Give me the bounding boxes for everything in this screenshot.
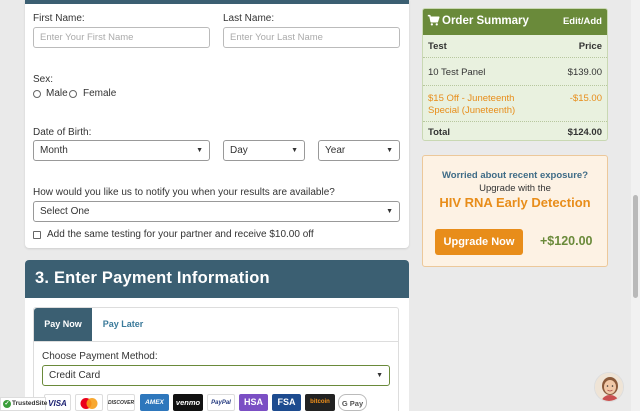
- sex-female-label: Female: [83, 88, 117, 99]
- chevron-down-icon: ▼: [376, 372, 383, 379]
- hsa-logo-icon: HSA: [239, 394, 268, 411]
- tab-pay-now[interactable]: Pay Now: [34, 308, 92, 341]
- item-name: 10 Test Panel: [428, 67, 486, 78]
- dob-day-select[interactable]: Day ▼: [223, 140, 305, 161]
- notify-label: How would you like us to notify you when…: [33, 187, 335, 198]
- dob-month-select[interactable]: Month ▼: [33, 140, 210, 161]
- discover-logo-icon: DISCOVER: [107, 394, 135, 411]
- discount-price: -$15.00: [569, 93, 602, 104]
- partner-label: Add the same testing for your partner an…: [47, 229, 314, 240]
- visa-logo-icon: VISA: [44, 394, 71, 411]
- order-summary: Order Summary Edit/Add Test Price 10 Tes…: [422, 8, 608, 141]
- upgrade-price: +$120.00: [540, 234, 593, 248]
- first-name-input[interactable]: [33, 27, 210, 48]
- item-price: $139.00: [567, 67, 602, 78]
- upgrade-now-button[interactable]: Upgrade Now: [435, 229, 523, 255]
- last-name-label: Last Name:: [223, 13, 275, 24]
- notify-value: Select One: [40, 206, 90, 217]
- check-icon: ✓: [3, 400, 11, 408]
- sex-female-radio[interactable]: [69, 90, 77, 98]
- partner-checkbox[interactable]: [33, 231, 41, 239]
- payment-method-value: Credit Card: [49, 370, 101, 381]
- patient-info-form: First Name: Last Name: Sex: Male Female …: [25, 0, 409, 248]
- summary-divider: [423, 57, 607, 58]
- payment-method-select[interactable]: Credit Card ▼: [42, 365, 390, 386]
- form-top-border: [25, 0, 409, 4]
- sex-male-label: Male: [46, 88, 68, 99]
- summary-divider: [423, 85, 607, 86]
- scrollbar-thumb[interactable]: [633, 195, 638, 298]
- first-name-label: First Name:: [33, 13, 85, 24]
- upgrade-title: HIV RNA Early Detection: [439, 195, 591, 210]
- trustedsite-label: TrustedSite: [12, 400, 48, 407]
- discount-name: $15 Off - Juneteenth Special (Juneteenth…: [428, 93, 516, 116]
- payment-method-label: Choose Payment Method:: [42, 351, 158, 362]
- sex-male-radio[interactable]: [33, 90, 41, 98]
- chevron-down-icon: ▼: [196, 147, 203, 154]
- amex-logo-icon: AMEX: [140, 394, 169, 411]
- upgrade-question: Worried about recent exposure?: [441, 170, 589, 181]
- edit-add-link[interactable]: Edit/Add: [563, 16, 602, 27]
- order-summary-title: Order Summary: [442, 15, 529, 27]
- trustedsite-badge[interactable]: ✓ TrustedSite: [0, 397, 48, 411]
- venmo-logo-icon: venmo: [173, 394, 203, 411]
- last-name-input[interactable]: [223, 27, 400, 48]
- column-test: Test: [428, 41, 447, 52]
- paypal-logo-icon: PayPal: [207, 394, 235, 411]
- total-label: Total: [428, 127, 450, 138]
- column-price: Price: [578, 41, 602, 52]
- payment-header: 3. Enter Payment Information: [25, 260, 409, 298]
- tab-divider: [34, 341, 398, 342]
- chevron-down-icon: ▼: [386, 208, 393, 215]
- chevron-down-icon: ▼: [291, 147, 298, 154]
- avatar-icon: [595, 373, 623, 401]
- mastercard-logo-icon: [75, 394, 103, 411]
- tab-pay-later[interactable]: Pay Later: [92, 308, 154, 341]
- notify-select[interactable]: Select One ▼: [33, 201, 400, 222]
- dob-day-value: Day: [230, 145, 248, 156]
- upgrade-promo: Worried about recent exposure? Upgrade w…: [422, 155, 608, 267]
- cart-icon: [427, 14, 440, 26]
- dob-month-value: Month: [40, 145, 68, 156]
- dob-year-value: Year: [325, 145, 346, 156]
- dob-year-select[interactable]: Year ▼: [318, 140, 400, 161]
- dob-label: Date of Birth:: [33, 127, 92, 138]
- sex-label: Sex:: [33, 74, 54, 85]
- chevron-down-icon: ▼: [386, 147, 393, 154]
- chat-avatar-button[interactable]: [594, 372, 624, 402]
- upgrade-subtext: Upgrade with the: [479, 183, 551, 194]
- fsa-logo-icon: FSA: [272, 394, 301, 411]
- total-value: $124.00: [567, 127, 602, 138]
- bitcoin-logo-icon: bitcoin: [305, 394, 335, 411]
- payment-section: 3. Enter Payment Information Pay Now Pay…: [25, 260, 409, 411]
- summary-divider: [423, 121, 607, 122]
- order-summary-header: Order Summary Edit/Add: [423, 9, 607, 35]
- google-pay-logo-icon: G Pay: [338, 394, 367, 411]
